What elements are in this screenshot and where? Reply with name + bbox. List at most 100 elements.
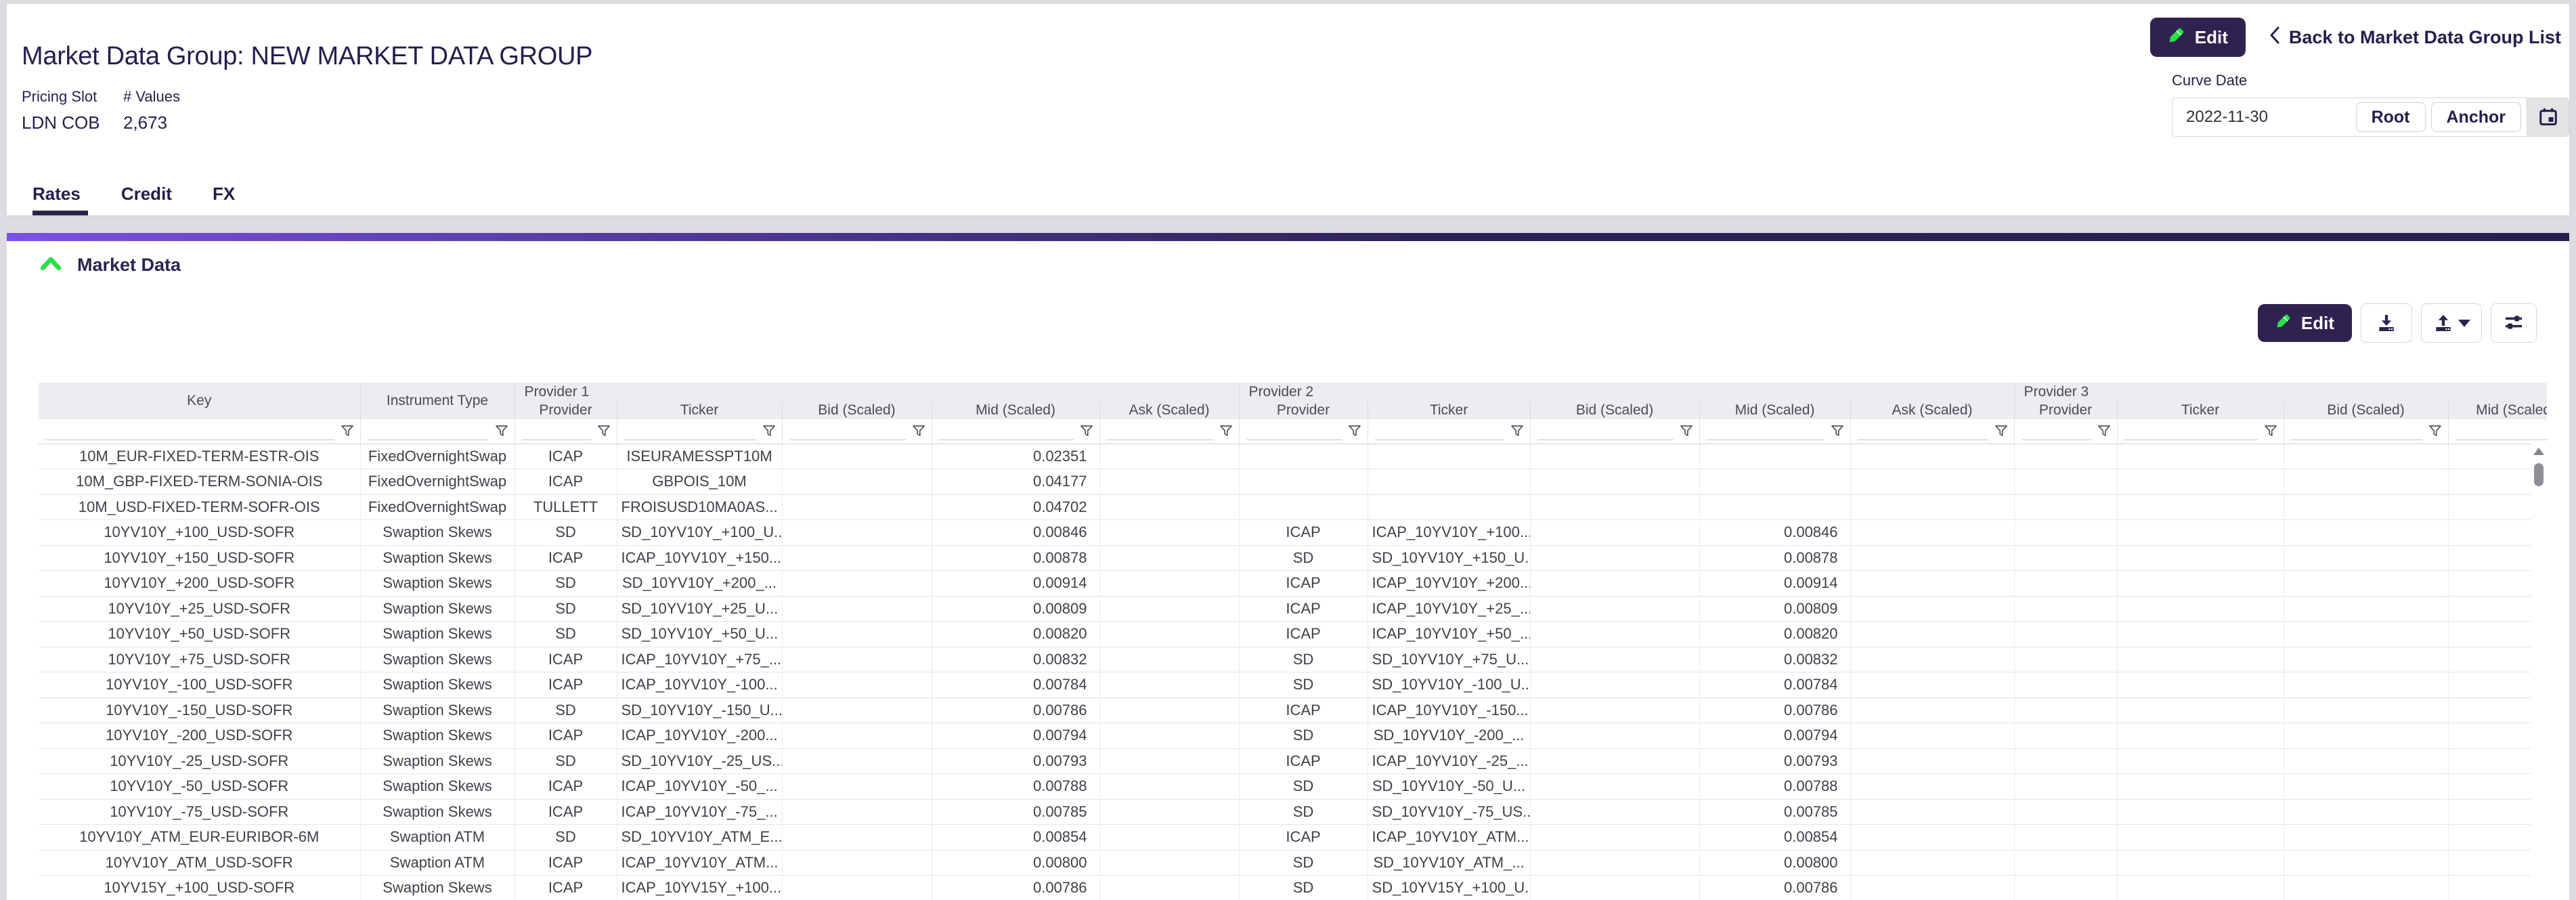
scrollbar-thumb[interactable] bbox=[2534, 463, 2544, 486]
filter-input[interactable] bbox=[1107, 423, 1213, 440]
table-row[interactable]: 10YV10Y_-150_USD-SOFR Swaption Skews SD … bbox=[39, 698, 2547, 723]
column-filter[interactable] bbox=[1099, 419, 1239, 444]
table-row[interactable]: 10YV10Y_+200_USD-SOFR Swaption Skews SD … bbox=[39, 571, 2547, 597]
group-header-provider2: Provider 2 bbox=[1239, 383, 2014, 401]
column-filter[interactable] bbox=[1368, 419, 1530, 444]
filter-funnel-icon[interactable] bbox=[596, 424, 611, 439]
filter-input[interactable] bbox=[2291, 423, 2422, 440]
filter-input[interactable] bbox=[1375, 423, 1504, 440]
table-row[interactable]: 10M_EUR-FIXED-TERM-ESTR-OIS FixedOvernig… bbox=[39, 444, 2547, 469]
filter-input[interactable] bbox=[2022, 423, 2091, 440]
table-row[interactable]: 10M_USD-FIXED-TERM-SOFR-OIS FixedOvernig… bbox=[39, 494, 2547, 520]
filter-funnel-icon[interactable] bbox=[340, 424, 355, 439]
table-row[interactable]: 10YV10Y_+50_USD-SOFR Swaption Skews SD S… bbox=[39, 622, 2547, 647]
table-row[interactable]: 10YV10Y_+100_USD-SOFR Swaption Skews SD … bbox=[39, 520, 2547, 546]
column-header-ticker[interactable]: Ticker bbox=[1368, 401, 1530, 419]
vertical-scrollbar[interactable] bbox=[2531, 444, 2547, 900]
table-row[interactable]: 10YV10Y_+150_USD-SOFR Swaption Skews ICA… bbox=[39, 545, 2547, 571]
table-row[interactable]: 10YV10Y_+25_USD-SOFR Swaption Skews SD S… bbox=[39, 596, 2547, 622]
table-settings-button[interactable] bbox=[2491, 303, 2537, 343]
filter-input[interactable] bbox=[624, 423, 756, 440]
table-row[interactable]: 10YV10Y_-50_USD-SOFR Swaption Skews ICAP… bbox=[39, 774, 2547, 800]
table-row[interactable]: 10M_GBP-FIXED-TERM-SONIA-OIS FixedOverni… bbox=[39, 469, 2547, 495]
filter-funnel-icon[interactable] bbox=[1079, 424, 1094, 439]
filter-funnel-icon[interactable] bbox=[2097, 424, 2112, 439]
column-filter[interactable] bbox=[2117, 419, 2284, 444]
filter-funnel-icon[interactable] bbox=[762, 424, 777, 439]
filter-input[interactable] bbox=[2124, 423, 2258, 440]
table-row[interactable]: 10YV10Y_-75_USD-SOFR Swaption Skews ICAP… bbox=[39, 799, 2547, 825]
column-header-ticker[interactable]: Ticker bbox=[2117, 401, 2284, 419]
column-filter[interactable] bbox=[2284, 419, 2448, 444]
back-link[interactable]: Back to Market Data Group List bbox=[2269, 26, 2561, 49]
column-header-key[interactable]: Key bbox=[39, 383, 360, 419]
column-filter[interactable] bbox=[1530, 419, 1699, 444]
filter-input[interactable] bbox=[1707, 423, 1825, 440]
column-filter[interactable] bbox=[39, 419, 360, 444]
filter-input[interactable] bbox=[1858, 423, 1988, 440]
calendar-button[interactable] bbox=[2527, 98, 2569, 136]
column-header-provider[interactable]: Provider bbox=[515, 401, 617, 419]
filter-input[interactable] bbox=[522, 423, 591, 440]
filter-input[interactable] bbox=[1246, 423, 1342, 440]
filter-funnel-icon[interactable] bbox=[2428, 424, 2443, 439]
tab-fx[interactable]: FX bbox=[213, 184, 235, 215]
pricing-slot-label: Pricing Slot bbox=[22, 88, 123, 106]
filter-input[interactable] bbox=[368, 423, 489, 440]
table-row[interactable]: 10YV10Y_ATM_EUR-EURIBOR-6M Swaption ATM … bbox=[39, 825, 2547, 851]
column-header-mid[interactable]: Mid (Scaled) bbox=[2448, 401, 2547, 419]
tab-credit[interactable]: Credit bbox=[121, 184, 172, 215]
filter-input[interactable] bbox=[1537, 423, 1674, 440]
column-filter[interactable] bbox=[2014, 419, 2117, 444]
column-filter[interactable] bbox=[1699, 419, 1850, 444]
upload-button[interactable] bbox=[2421, 303, 2482, 343]
table-row[interactable]: 10YV10Y_-200_USD-SOFR Swaption Skews ICA… bbox=[39, 723, 2547, 749]
table-edit-button[interactable]: Edit bbox=[2258, 304, 2352, 342]
filter-funnel-icon[interactable] bbox=[1994, 424, 2009, 439]
filter-funnel-icon[interactable] bbox=[1679, 424, 1694, 439]
table-row[interactable]: 10YV10Y_ATM_USD-SOFR Swaption ATM ICAP I… bbox=[39, 850, 2547, 876]
filter-funnel-icon[interactable] bbox=[1830, 424, 1845, 439]
download-button[interactable] bbox=[2361, 303, 2412, 343]
column-header-provider[interactable]: Provider bbox=[1239, 401, 1368, 419]
table-row[interactable]: 10YV10Y_-100_USD-SOFR Swaption Skews ICA… bbox=[39, 672, 2547, 698]
filter-funnel-icon[interactable] bbox=[1347, 424, 1362, 439]
column-filter[interactable] bbox=[1239, 419, 1368, 444]
column-filter[interactable] bbox=[360, 419, 515, 444]
filter-funnel-icon[interactable] bbox=[494, 424, 509, 439]
column-header-provider[interactable]: Provider bbox=[2014, 401, 2117, 419]
filter-input[interactable] bbox=[939, 423, 1074, 440]
column-header-bid[interactable]: Bid (Scaled) bbox=[2284, 401, 2448, 419]
column-filter[interactable] bbox=[1850, 419, 2014, 444]
column-header-instrument-type[interactable]: Instrument Type bbox=[360, 383, 515, 419]
anchor-button[interactable]: Anchor bbox=[2431, 102, 2522, 132]
filter-input[interactable] bbox=[789, 423, 906, 440]
column-filter[interactable] bbox=[515, 419, 617, 444]
filter-funnel-icon[interactable] bbox=[911, 424, 926, 439]
column-header-mid[interactable]: Mid (Scaled) bbox=[932, 401, 1099, 419]
column-filter[interactable] bbox=[617, 419, 782, 444]
curve-date-input[interactable]: 2022-11-30 bbox=[2173, 108, 2356, 127]
root-button[interactable]: Root bbox=[2356, 102, 2426, 132]
column-header-bid[interactable]: Bid (Scaled) bbox=[782, 401, 932, 419]
column-header-ask[interactable]: Ask (Scaled) bbox=[1850, 401, 2014, 419]
filter-funnel-icon[interactable] bbox=[1219, 424, 1234, 439]
filter-input[interactable] bbox=[2455, 423, 2547, 440]
column-filter[interactable] bbox=[2448, 419, 2547, 444]
filter-input[interactable] bbox=[45, 423, 334, 440]
table-row[interactable]: 10YV10Y_-25_USD-SOFR Swaption Skews SD S… bbox=[39, 748, 2547, 774]
column-header-bid[interactable]: Bid (Scaled) bbox=[1530, 401, 1699, 419]
table-row[interactable]: 10YV15Y_+100_USD-SOFR Swaption Skews ICA… bbox=[39, 876, 2547, 900]
chevron-up-icon[interactable] bbox=[39, 255, 62, 276]
filter-funnel-icon[interactable] bbox=[1510, 424, 1525, 439]
cell-type: Swaption ATM bbox=[360, 850, 515, 876]
filter-funnel-icon[interactable] bbox=[2263, 424, 2278, 439]
table-row[interactable]: 10YV10Y_+75_USD-SOFR Swaption Skews ICAP… bbox=[39, 647, 2547, 672]
column-header-ask[interactable]: Ask (Scaled) bbox=[1099, 401, 1239, 419]
column-header-ticker[interactable]: Ticker bbox=[617, 401, 782, 419]
column-header-mid[interactable]: Mid (Scaled) bbox=[1699, 401, 1850, 419]
column-filter[interactable] bbox=[782, 419, 932, 444]
scroll-up-arrow-icon[interactable] bbox=[2533, 448, 2544, 455]
column-filter[interactable] bbox=[932, 419, 1099, 444]
edit-button[interactable]: Edit bbox=[2150, 18, 2246, 57]
